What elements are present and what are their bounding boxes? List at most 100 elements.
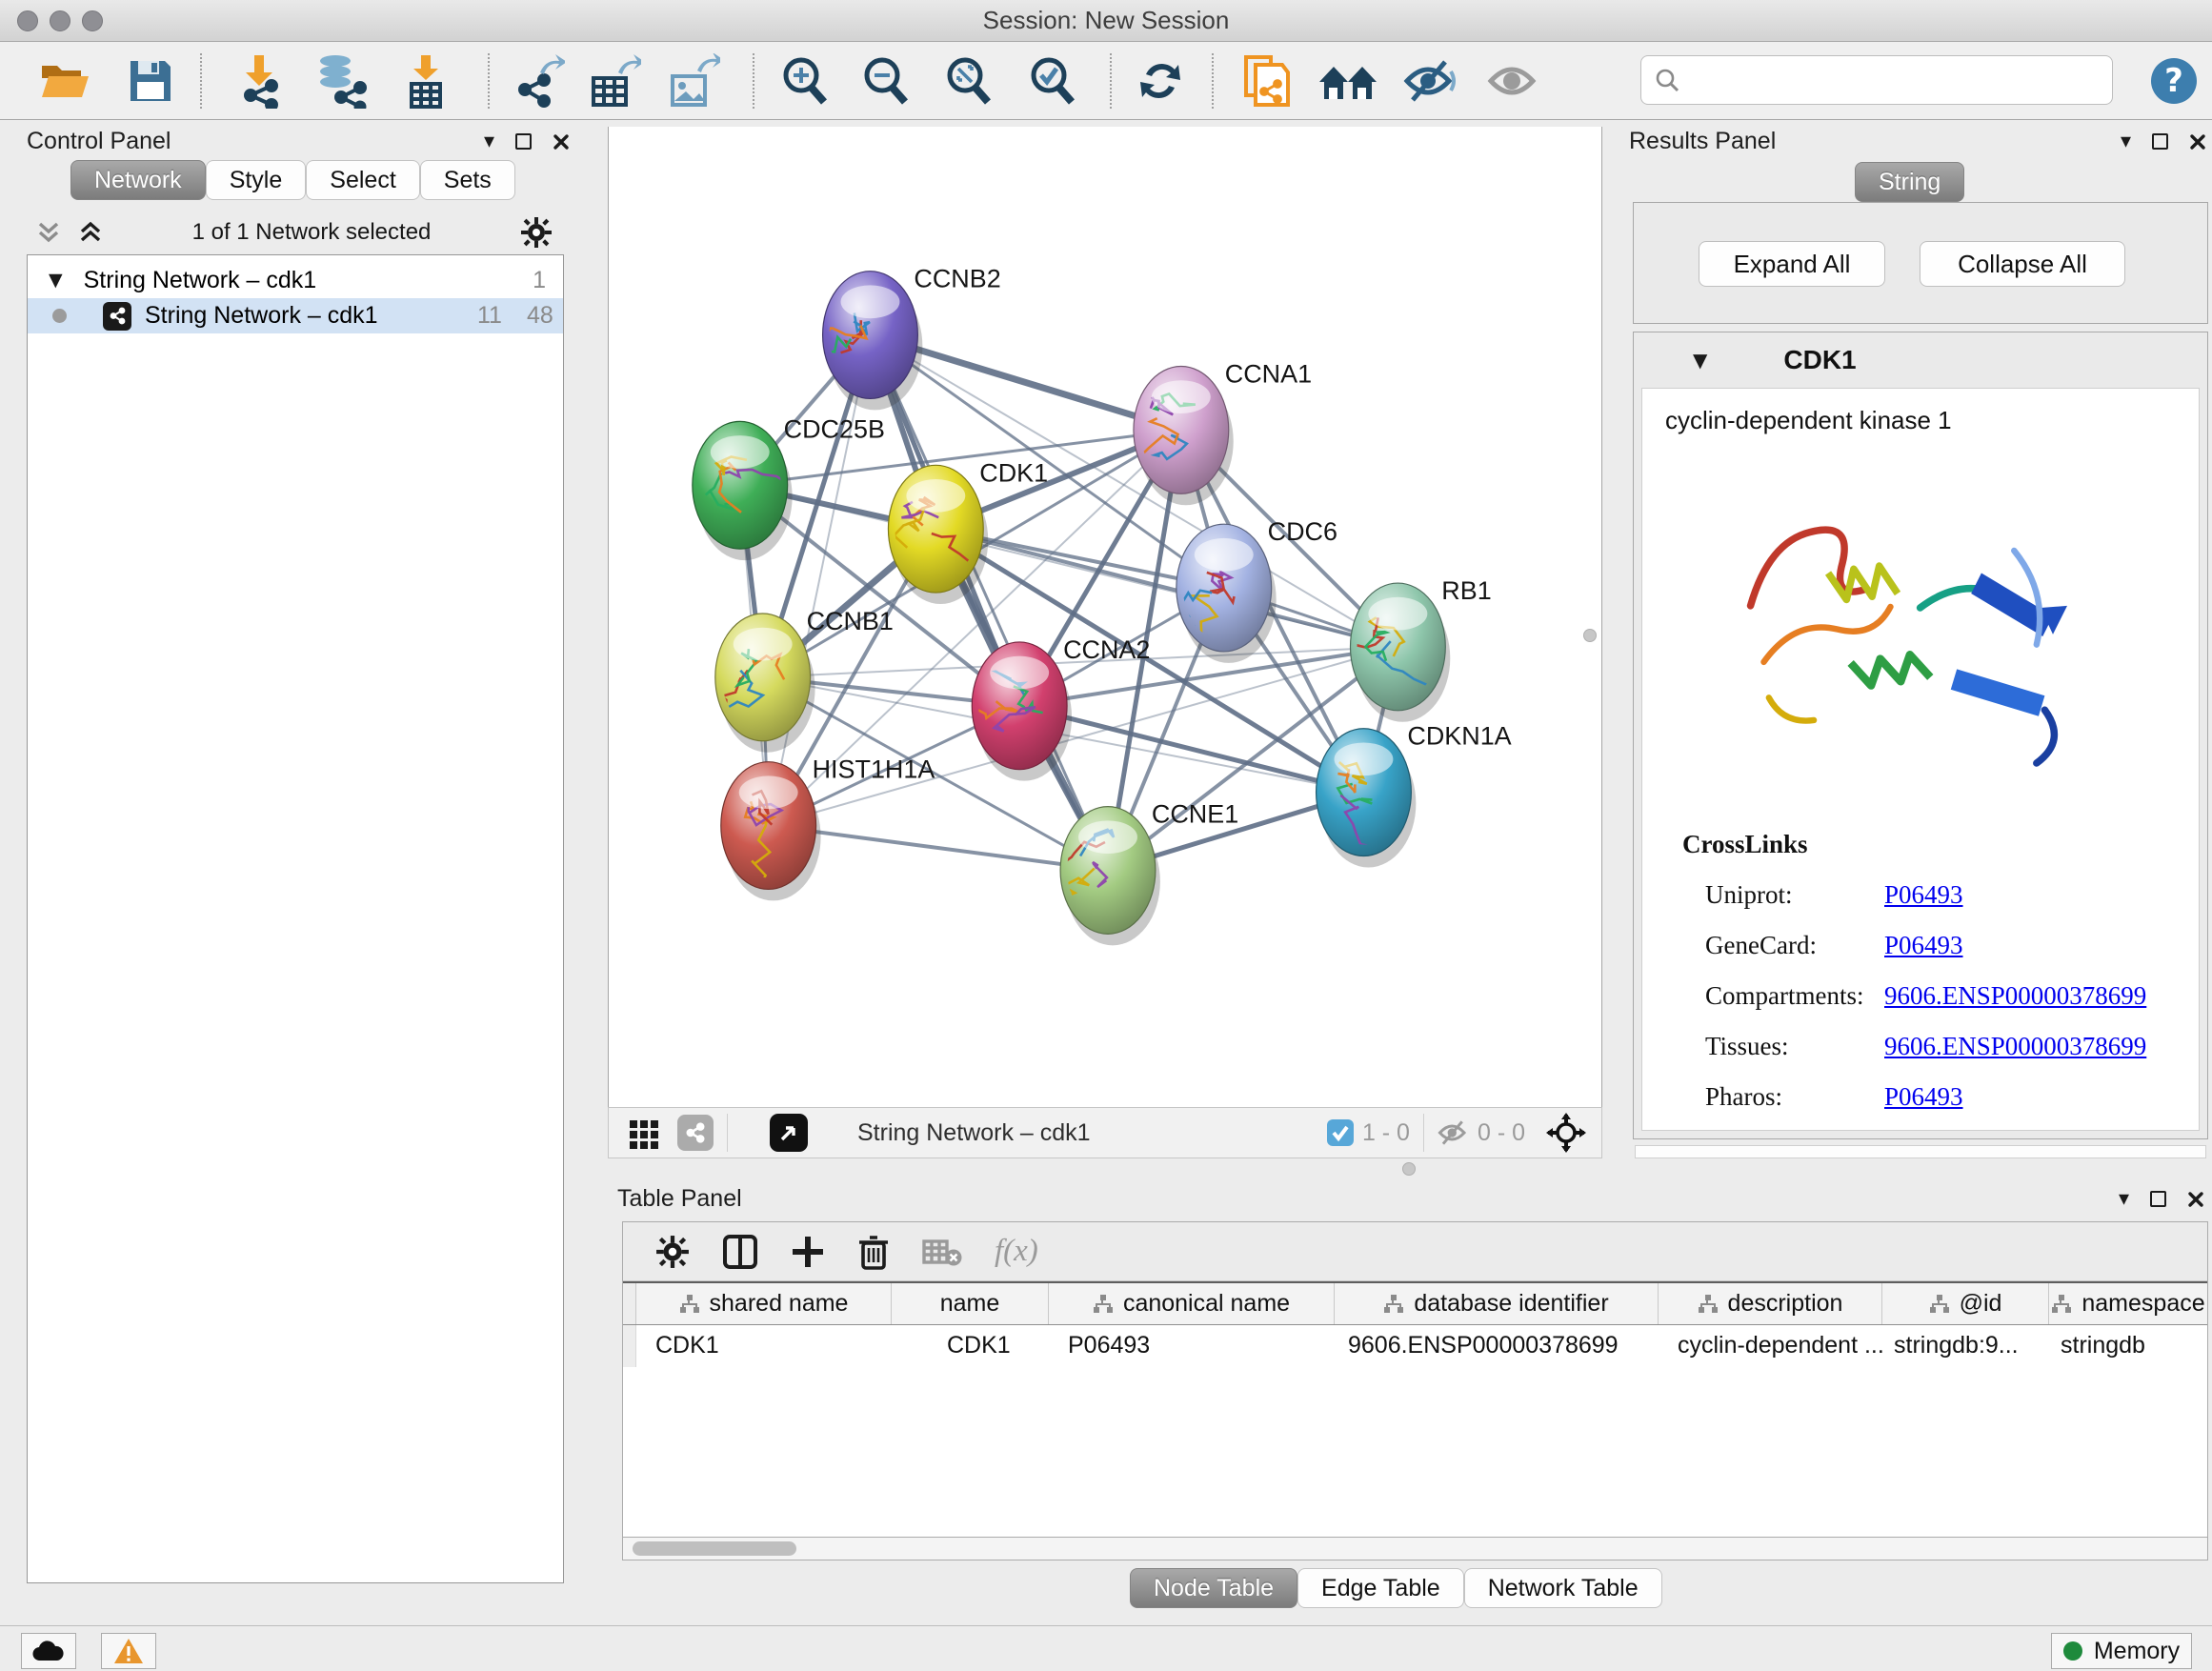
collapse-all-networks-icon[interactable]	[36, 220, 61, 245]
crosslink-link[interactable]: P06493	[1884, 880, 1963, 910]
export-network-icon[interactable]	[508, 50, 569, 111]
cloud-status-button[interactable]	[21, 1633, 76, 1669]
results-panel-close-icon[interactable]	[2189, 133, 2206, 151]
table-row[interactable]: CDK1 CDK1 P06493 9606.ENSP00000378699 cy…	[623, 1325, 2207, 1367]
horizontal-splitter-handle[interactable]	[1402, 1162, 1416, 1176]
network-row-selected[interactable]: String Network – cdk1 11 48	[28, 298, 563, 333]
function-builder-icon[interactable]: f(x)	[995, 1234, 1038, 1269]
import-network-database-icon[interactable]	[310, 50, 371, 111]
open-session-icon[interactable]	[34, 50, 95, 111]
table-panel-menu-icon[interactable]: ▾	[2119, 1189, 2129, 1210]
window-close-button[interactable]	[17, 10, 38, 31]
network-node-CCNA2[interactable]: CCNA2	[971, 635, 1151, 781]
control-panel-menu-icon[interactable]: ▾	[484, 131, 494, 152]
column-header-namespace[interactable]: namespace	[2049, 1283, 2207, 1324]
control-panel-float-icon[interactable]	[515, 133, 532, 150]
results-panel-title: Results Panel	[1629, 128, 1776, 155]
results-panel-float-icon[interactable]	[2152, 133, 2168, 150]
crosslink-link[interactable]: 9606.ENSP00000378699	[1884, 1032, 2146, 1061]
select-columns-icon[interactable]	[722, 1234, 758, 1270]
cloud-icon	[32, 1640, 65, 1662]
column-header-database-identifier[interactable]: database identifier	[1335, 1283, 1659, 1324]
tab-network-table[interactable]: Network Table	[1464, 1568, 1662, 1608]
warnings-button[interactable]	[101, 1633, 156, 1669]
network-node-CDC6[interactable]: CDC6	[1176, 517, 1337, 663]
expand-all-button[interactable]: Expand All	[1699, 241, 1885, 287]
zoom-out-icon[interactable]	[855, 50, 916, 111]
table-horizontal-scrollbar[interactable]	[622, 1538, 2208, 1560]
memory-button[interactable]: Memory	[2051, 1633, 2192, 1669]
show-graphics-details-icon[interactable]	[1484, 50, 1545, 111]
refresh-icon[interactable]	[1130, 50, 1191, 111]
network-node-CDKN1A[interactable]: CDKN1A	[1317, 722, 1512, 868]
network-graph[interactable]: CCNB2CCNA1CDC25BCDK1CDC6RB1CCNB1CCNA2CDK…	[609, 127, 1601, 1105]
zoom-in-icon[interactable]	[774, 50, 835, 111]
import-network-file-icon[interactable]	[229, 50, 290, 111]
tab-string[interactable]: String	[1855, 162, 1964, 202]
share-view-icon[interactable]	[677, 1115, 714, 1151]
search-input[interactable]	[1689, 67, 2099, 93]
delete-table-icon[interactable]	[922, 1236, 962, 1268]
selected-checkbox-icon[interactable]	[1326, 1118, 1355, 1147]
save-session-icon[interactable]	[120, 50, 181, 111]
collection-expander-icon[interactable]: ▼	[49, 272, 63, 290]
hide-graphics-details-icon[interactable]	[1400, 50, 1461, 111]
clone-network-icon[interactable]	[1237, 50, 1297, 111]
tab-node-table[interactable]: Node Table	[1130, 1568, 1297, 1608]
detach-view-icon[interactable]	[770, 1114, 808, 1152]
protein-card-expander-icon[interactable]: ▼	[1693, 351, 1707, 370]
network-node-HIST1H1A[interactable]: HIST1H1A	[721, 755, 935, 901]
collapse-all-button[interactable]: Collapse All	[1920, 241, 2125, 287]
cell-shared-name: CDK1	[636, 1325, 892, 1367]
zoom-fit-icon[interactable]	[938, 50, 999, 111]
vertical-splitter-handle[interactable]	[1583, 629, 1597, 642]
control-panel-close-icon[interactable]	[553, 133, 570, 151]
network-node-CCNA1[interactable]: CCNA1	[1134, 359, 1312, 505]
results-scroll-strip[interactable]	[1635, 1145, 2206, 1158]
network-node-RB1[interactable]: RB1	[1350, 576, 1491, 722]
tab-style[interactable]: Style	[206, 160, 307, 200]
network-options-gear-icon[interactable]	[520, 216, 553, 249]
warning-icon	[113, 1638, 144, 1664]
column-header-canonical-name[interactable]: canonical name	[1049, 1283, 1335, 1324]
window-zoom-button[interactable]	[82, 10, 103, 31]
window-minimize-button[interactable]	[50, 10, 70, 31]
network-view-toolbar: String Network – cdk1 1 - 0 0 - 0	[608, 1107, 1602, 1158]
expand-all-networks-icon[interactable]	[78, 220, 103, 245]
tab-edge-table[interactable]: Edge Table	[1297, 1568, 1464, 1608]
export-image-icon[interactable]	[663, 50, 724, 111]
network-node-CCNE1[interactable]: CCNE1	[1054, 800, 1239, 946]
tab-network[interactable]: Network	[70, 160, 206, 200]
network-node-CCNB2[interactable]: CCNB2	[814, 265, 1001, 411]
cell-canonical-name: P06493	[1049, 1325, 1335, 1367]
delete-column-icon[interactable]	[857, 1234, 890, 1270]
add-column-icon[interactable]	[791, 1235, 825, 1269]
network-collection-row[interactable]: ▼ String Network – cdk1 1	[28, 263, 563, 298]
column-header-id[interactable]: @id	[1882, 1283, 2049, 1324]
hidden-eye-icon[interactable]	[1438, 1119, 1470, 1146]
import-table-file-icon[interactable]	[395, 50, 456, 111]
export-table-icon[interactable]	[584, 50, 645, 111]
home-icon[interactable]	[1317, 50, 1378, 111]
tab-select[interactable]: Select	[306, 160, 419, 200]
column-header-description[interactable]: description	[1659, 1283, 1882, 1324]
help-icon[interactable]: ?	[2143, 50, 2204, 111]
column-header-name[interactable]: name	[892, 1283, 1049, 1324]
zoom-selected-icon[interactable]	[1022, 50, 1083, 111]
scrollbar-thumb[interactable]	[633, 1541, 796, 1556]
table-settings-gear-icon[interactable]	[655, 1235, 690, 1269]
tab-sets[interactable]: Sets	[420, 160, 515, 200]
toolbar-separator	[1110, 53, 1112, 109]
crosslink-link[interactable]: P06493	[1884, 931, 1963, 960]
network-canvas[interactable]: CCNB2CCNA1CDC25BCDK1CDC6RB1CCNB1CCNA2CDK…	[608, 127, 1602, 1107]
birds-eye-toggle-icon[interactable]	[1546, 1113, 1586, 1153]
crosslink-link[interactable]: 9606.ENSP00000378699	[1884, 981, 2146, 1011]
table-panel-float-icon[interactable]	[2150, 1191, 2166, 1207]
network-node-CDC25B[interactable]: CDC25B	[693, 414, 885, 560]
crosslink-link[interactable]: P06493	[1884, 1082, 1963, 1112]
table-panel-close-icon[interactable]	[2187, 1191, 2204, 1208]
search-box[interactable]	[1640, 55, 2113, 105]
column-header-shared-name[interactable]: shared name	[636, 1283, 892, 1324]
grid-view-icon[interactable]	[628, 1117, 660, 1149]
results-panel-menu-icon[interactable]: ▾	[2121, 131, 2131, 152]
